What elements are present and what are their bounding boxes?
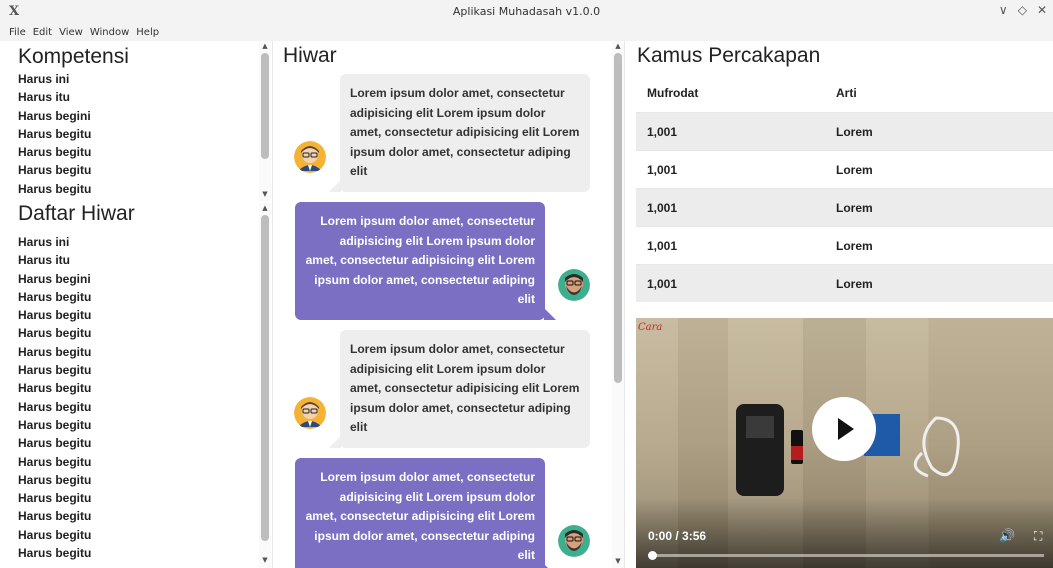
list-item[interactable]: Harus begitu (18, 544, 258, 562)
list-item[interactable]: Harus begitu (18, 526, 258, 544)
daftar-hiwar-title: Daftar Hiwar (18, 202, 135, 225)
table-row[interactable]: 1,001 Lorem (636, 264, 1053, 302)
scroll-down-icon[interactable]: ▼ (612, 556, 624, 566)
menu-bar: File Edit View Window Help (0, 24, 1053, 41)
cell-mufrodat: 1,001 (647, 238, 678, 253)
kamus-title: Kamus Percakapan (637, 44, 821, 67)
list-item[interactable]: Harus begitu (18, 489, 258, 507)
daftar-hiwar-list: Harus ini Harus itu Harus begini Harus b… (0, 233, 258, 562)
list-item[interactable]: Harus itu (18, 88, 258, 106)
cell-mufrodat: 1,001 (647, 162, 678, 177)
list-item[interactable]: Harus begitu (18, 306, 258, 324)
cell-mufrodat: 1,001 (647, 276, 678, 291)
video-progress-knob[interactable] (648, 551, 657, 560)
cell-mufrodat: 1,001 (647, 200, 678, 215)
list-item[interactable]: Harus begitu (18, 324, 258, 342)
cell-arti: Lorem (836, 276, 873, 291)
chat-message-received: Lorem ipsum dolor amet, consectetur adip… (329, 330, 590, 448)
cell-arti: Lorem (836, 162, 873, 177)
table-row[interactable]: 1,001 Lorem (636, 226, 1053, 264)
title-bar: X Aplikasi Muhadasah v1.0.0 ∨ ◇ ✕ (0, 0, 1053, 24)
list-item[interactable]: Harus begitu (18, 434, 258, 452)
hiwar-panel: Hiwar Lorem ipsum dolor amet, consectetu… (272, 41, 624, 568)
cell-arti: Lorem (836, 238, 873, 253)
scroll-up-icon[interactable]: ▲ (259, 203, 271, 213)
list-item[interactable]: Harus begitu (18, 288, 258, 306)
list-item[interactable]: Harus ini (18, 233, 258, 251)
video-time: 0:00 / 3:56 (648, 529, 707, 543)
minimize-icon[interactable]: ∨ (999, 3, 1008, 17)
list-item[interactable]: Harus begini (18, 107, 258, 125)
menu-file[interactable]: File (9, 27, 26, 38)
list-item[interactable]: Harus begitu (18, 416, 258, 434)
scroll-up-icon[interactable]: ▲ (612, 41, 624, 51)
maximize-icon[interactable]: ◇ (1018, 3, 1027, 17)
avatar-man-glasses-icon (294, 397, 326, 429)
list-item[interactable]: Harus begitu (18, 180, 258, 198)
scroll-up-icon[interactable]: ▲ (259, 41, 271, 51)
kamus-panel: Kamus Percakapan Mufrodat Arti 1,001 Lor… (624, 41, 1053, 568)
list-item[interactable]: Harus begitu (18, 143, 258, 161)
list-item[interactable]: Harus itu (18, 251, 258, 269)
table-row[interactable]: 1,001 Lorem (636, 112, 1053, 150)
cell-arti: Lorem (836, 124, 873, 139)
list-item[interactable]: Harus begitu (18, 471, 258, 489)
table-row[interactable]: 1,001 Lorem (636, 188, 1053, 226)
kamus-table: Mufrodat Arti 1,001 Lorem 1,001 Lorem 1,… (636, 74, 1053, 302)
list-item[interactable]: Harus ini (18, 70, 258, 88)
menu-window[interactable]: Window (90, 27, 129, 38)
scrollbar-thumb[interactable] (261, 215, 269, 541)
left-panel: Kompetensi Harus ini Harus itu Harus beg… (0, 41, 272, 568)
list-item[interactable]: Harus begitu (18, 379, 258, 397)
menu-edit[interactable]: Edit (33, 27, 52, 38)
kompetensi-title: Kompetensi (18, 45, 129, 68)
kompetensi-list: Harus ini Harus itu Harus begini Harus b… (0, 70, 258, 198)
avatar-man-beard-icon (558, 269, 590, 301)
window-controls: ∨ ◇ ✕ (999, 3, 1047, 17)
kompetensi-scrollbar[interactable]: ▲ ▼ (259, 41, 271, 201)
daftar-hiwar-scrollbar[interactable]: ▲ ▼ (259, 203, 271, 568)
hiwar-scrollbar[interactable]: ▲ ▼ (612, 41, 624, 568)
list-item[interactable]: Harus begini (18, 270, 258, 288)
column-header-arti[interactable]: Arti (836, 86, 857, 100)
avatar-man-glasses-icon (294, 141, 326, 173)
channel-logo: Cara (638, 322, 663, 333)
kompetensi-section: Kompetensi Harus ini Harus itu Harus beg… (0, 44, 258, 200)
video-progress-bar[interactable] (652, 554, 1044, 557)
scroll-down-icon[interactable]: ▼ (259, 555, 271, 565)
scroll-down-icon[interactable]: ▼ (259, 189, 271, 199)
close-icon[interactable]: ✕ (1037, 3, 1047, 17)
scrollbar-thumb[interactable] (614, 53, 622, 383)
scrollbar-thumb[interactable] (261, 53, 269, 159)
window-title: Aplikasi Muhadasah v1.0.0 (452, 5, 601, 18)
list-item[interactable]: Harus begitu (18, 453, 258, 471)
daftar-hiwar-section: Daftar Hiwar Harus ini Harus itu Harus b… (0, 201, 258, 568)
list-item[interactable]: Harus begitu (18, 125, 258, 143)
table-row[interactable]: 1,001 Lorem (636, 150, 1053, 188)
video-player[interactable]: Cara 0:00 / 3:56 🔊 ⛶ (636, 318, 1053, 568)
cell-arti: Lorem (836, 200, 873, 215)
list-item[interactable]: Harus begitu (18, 361, 258, 379)
chat-message-sent: Lorem ipsum dolor amet, consectetur adip… (295, 202, 556, 320)
list-item[interactable]: Harus begitu (18, 507, 258, 525)
chat-message-received: Lorem ipsum dolor amet, consectetur adip… (329, 74, 590, 192)
column-header-mufrodat[interactable]: Mufrodat (636, 86, 836, 100)
volume-icon[interactable]: 🔊 (999, 529, 1015, 544)
cell-mufrodat: 1,001 (647, 124, 678, 139)
list-item[interactable]: Harus begitu (18, 343, 258, 361)
list-item[interactable]: Harus begitu (18, 161, 258, 179)
avatar-man-beard-icon (558, 525, 590, 557)
menu-help[interactable]: Help (136, 27, 159, 38)
hiwar-title: Hiwar (283, 44, 337, 67)
chat-message-sent: Lorem ipsum dolor amet, consectetur adip… (295, 458, 556, 568)
fullscreen-icon[interactable]: ⛶ (1034, 529, 1042, 544)
table-header: Mufrodat Arti (636, 74, 1053, 112)
menu-view[interactable]: View (59, 27, 83, 38)
play-icon[interactable] (812, 397, 876, 461)
list-item[interactable]: Harus begitu (18, 398, 258, 416)
